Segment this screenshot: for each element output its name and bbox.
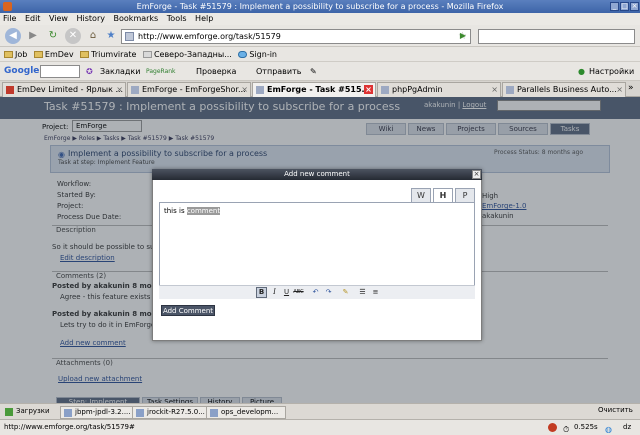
bookmark-severo[interactable]: Северо-Западны...: [142, 47, 232, 62]
addon-icon[interactable]: [548, 423, 557, 432]
menu-view[interactable]: View: [46, 13, 71, 25]
file-icon: [136, 409, 144, 417]
wrench-icon[interactable]: ✎: [310, 62, 317, 81]
gmail-icon: [6, 86, 14, 94]
page-icon: [381, 86, 389, 94]
menu-history[interactable]: History: [74, 13, 108, 25]
send-button[interactable]: Отправить: [256, 62, 301, 81]
add-comment-button[interactable]: Add Comment: [161, 305, 215, 316]
forward-icon[interactable]: ▶: [25, 28, 41, 44]
download-item[interactable]: jrockit-R27.5.0...: [132, 406, 208, 419]
bookmark-job[interactable]: Job: [4, 47, 27, 62]
tab-parallels[interactable]: Parallels Business Auto... ×: [502, 82, 626, 97]
globe-icon[interactable]: ◍: [605, 422, 612, 435]
bold-icon[interactable]: B: [256, 287, 267, 298]
menu-help[interactable]: Help: [192, 13, 216, 25]
bookmark-signin[interactable]: Sign-in: [238, 47, 277, 62]
spellcheck-button[interactable]: Проверка: [196, 62, 236, 81]
google-toolbar: Google ✪ Закладки PageRank Проверка Отпр…: [0, 62, 640, 81]
undo-icon[interactable]: ↶: [310, 287, 321, 298]
dz-indicator: dz: [623, 423, 632, 431]
wiki-mode-tab[interactable]: W: [411, 188, 431, 202]
navigation-toolbar: ◀ ▶ ↻ ✕ ⌂ ★ http://www.emforge.org/task/…: [0, 25, 640, 47]
star-icon[interactable]: ✪: [86, 62, 93, 81]
downloads-label[interactable]: Загрузки: [2, 406, 58, 419]
status-bar: http://www.emforge.org/task/51579# ⏱ 0.5…: [0, 419, 640, 435]
google-bookmarks-button[interactable]: Закладки: [100, 62, 140, 81]
underline-icon[interactable]: U: [281, 287, 292, 298]
close-tab-icon[interactable]: ×: [116, 83, 123, 97]
folder-icon: [80, 51, 90, 58]
redo-icon[interactable]: ↷: [323, 287, 334, 298]
site-favicon-icon: [125, 32, 134, 41]
tab-emforge-shortcuts[interactable]: EmForge - EmForgeShor... ×: [127, 82, 251, 97]
list-tabs-icon[interactable]: »: [628, 83, 634, 93]
page-icon: [506, 86, 514, 94]
downloads-bar: Загрузки jbpm-jpdl-3.2.... jrockit-R27.5…: [0, 403, 640, 419]
html-mode-tab[interactable]: H: [433, 188, 453, 202]
tab-bar: EmDev Limited - Ярлык ... × EmForge - EmF…: [0, 81, 640, 97]
settings-icon[interactable]: ●: [578, 62, 585, 81]
window-titlebar: EmForge - Task #51579 : Implement a poss…: [0, 0, 640, 13]
file-icon: [64, 409, 72, 417]
firefox-icon: [3, 2, 12, 11]
google-logo[interactable]: Google: [4, 62, 39, 81]
globe-icon: [238, 51, 248, 58]
close-tab-icon[interactable]: ×: [616, 83, 623, 97]
preview-mode-tab[interactable]: P: [455, 188, 475, 202]
dialog-title: Add new comment: [152, 169, 482, 180]
url-text: http://www.emforge.org/task/51579: [138, 32, 281, 41]
search-box[interactable]: [478, 29, 635, 44]
folder-icon: [4, 51, 13, 58]
menu-tools[interactable]: Tools: [164, 13, 190, 25]
home-icon[interactable]: ⌂: [85, 28, 101, 44]
menu-bar: File Edit View History Bookmarks Tools H…: [0, 13, 640, 25]
menu-file[interactable]: File: [0, 13, 19, 25]
page-icon: [142, 51, 152, 58]
tab-emforge-task[interactable]: EmForge - Task #515... ×: [252, 82, 376, 97]
close-tab-icon[interactable]: ×: [491, 83, 498, 97]
menu-edit[interactable]: Edit: [22, 13, 44, 25]
google-settings-button[interactable]: Настройки: [589, 62, 634, 81]
reload-icon[interactable]: ↻: [45, 28, 61, 44]
close-tab-icon[interactable]: ×: [241, 83, 248, 97]
menu-bookmarks[interactable]: Bookmarks: [111, 13, 162, 25]
window-title: EmForge - Task #51579 : Implement a poss…: [136, 2, 504, 11]
pagerank-indicator[interactable]: PageRank: [146, 62, 176, 81]
url-bar[interactable]: http://www.emforge.org/task/51579 ☆: [121, 29, 471, 44]
editor-content[interactable]: this is comment: [164, 207, 221, 215]
page-icon: [256, 86, 264, 94]
maximize-icon[interactable]: □: [620, 2, 629, 11]
go-icon[interactable]: ▶: [455, 28, 471, 44]
folder-icon: [33, 51, 43, 58]
strikethrough-icon[interactable]: ABC: [293, 287, 304, 298]
page-icon: [131, 86, 139, 94]
clear-downloads-button[interactable]: Очистить: [598, 406, 633, 414]
stop-icon[interactable]: ✕: [65, 28, 81, 44]
bookmarks-toolbar: Job EmDev Triumvirate Северо-Западны... …: [0, 47, 640, 62]
load-time: 0.525s: [574, 423, 598, 431]
download-icon: [5, 408, 13, 416]
bookmark-page-icon[interactable]: ★: [103, 28, 119, 44]
bookmark-emdev[interactable]: EmDev: [33, 47, 74, 62]
download-item[interactable]: ops_developm...: [206, 406, 286, 419]
file-icon: [210, 409, 218, 417]
selected-text: comment: [186, 207, 221, 215]
status-url: http://www.emforge.org/task/51579#: [4, 423, 135, 431]
bookmark-triumvirate[interactable]: Triumvirate: [80, 47, 136, 62]
italic-icon[interactable]: I: [269, 287, 280, 298]
numbered-list-icon[interactable]: ≡: [370, 287, 381, 298]
close-window-icon[interactable]: ×: [630, 2, 639, 11]
google-search-input[interactable]: [40, 65, 80, 78]
close-dialog-icon[interactable]: ×: [472, 170, 481, 179]
clean-format-icon[interactable]: ✎: [340, 287, 351, 298]
bullet-list-icon[interactable]: ☰: [357, 287, 368, 298]
tab-emdev[interactable]: EmDev Limited - Ярлык ... ×: [2, 82, 126, 97]
close-tab-icon[interactable]: ×: [364, 85, 373, 94]
download-item[interactable]: jbpm-jpdl-3.2....: [60, 406, 135, 419]
tab-phppgadmin[interactable]: phpPgAdmin ×: [377, 82, 501, 97]
stopwatch-icon: ⏱: [563, 425, 570, 434]
back-icon[interactable]: ◀: [5, 28, 21, 44]
minimize-icon[interactable]: _: [610, 2, 619, 11]
